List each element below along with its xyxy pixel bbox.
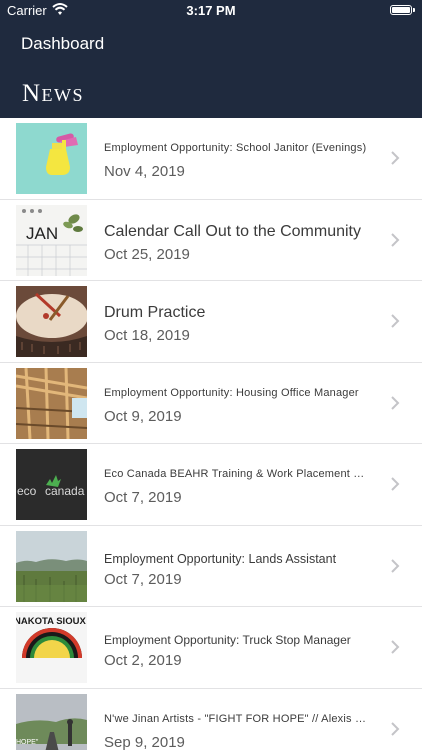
news-title: Employment Opportunity: School Janitor (… — [104, 142, 367, 154]
spray-bottle-image — [16, 123, 87, 194]
news-item[interactable]: NAKOTA SIOUX Employment Opportunity: Tru… — [0, 607, 422, 689]
news-date: Nov 4, 2019 — [104, 163, 185, 180]
news-date: Oct 9, 2019 — [104, 407, 182, 425]
nakota-text: NAKOTA SIOUX — [16, 616, 86, 627]
chevron-right-icon — [391, 558, 400, 573]
news-title: N'we Jinan Artists - "FIGHT FOR HOPE" //… — [104, 712, 369, 725]
news-item[interactable]: Employment Opportunity: Lands Assistant … — [0, 526, 422, 607]
news-title: Employment Opportunity: Lands Assistant — [104, 551, 337, 566]
news-title: Employment Opportunity: Truck Stop Manag… — [104, 633, 351, 647]
chevron-right-icon — [391, 232, 400, 247]
chevron-right-icon — [391, 395, 400, 410]
news-date: Oct 7, 2019 — [104, 570, 182, 588]
canada-text: canada — [45, 484, 85, 498]
chevron-right-icon — [391, 640, 400, 654]
chevron-right-icon — [391, 721, 400, 736]
landscape-image — [16, 530, 87, 602]
news-item[interactable]: Drum Practice Oct 18, 2019 — [0, 281, 422, 363]
news-item[interactable]: eco canada Eco Canada BEAHR Training & W… — [0, 444, 422, 526]
navigation-bar: Dashboard News — [0, 20, 422, 118]
news-date: Oct 18, 2019 — [104, 327, 190, 344]
chevron-right-icon — [391, 314, 400, 328]
chevron-right-icon — [391, 477, 400, 491]
news-item[interactable]: JAN Calendar Call Out to the Community O… — [0, 200, 422, 281]
news-item[interactable]: Employment Opportunity: Housing Office M… — [0, 363, 422, 444]
drum-image — [16, 286, 87, 357]
news-title: Employment Opportunity: Housing Office M… — [104, 386, 359, 399]
status-bar: Carrier 3:17 PM — [0, 0, 422, 20]
battery-icon — [390, 5, 415, 15]
calendar-image: JAN — [16, 204, 87, 276]
chevron-right-icon — [391, 151, 400, 165]
news-list: Employment Opportunity: School Janitor (… — [0, 118, 422, 750]
news-date: Oct 2, 2019 — [104, 652, 182, 669]
page-title: News — [22, 80, 85, 107]
clock: 3:17 PM — [186, 3, 236, 18]
hope-text: HOPE" — [16, 739, 39, 746]
news-date: Sep 9, 2019 — [104, 733, 185, 750]
news-date: Oct 25, 2019 — [104, 245, 190, 263]
calendar-month-text: JAN — [26, 224, 58, 243]
news-title: Drum Practice — [104, 304, 206, 321]
nakota-sioux-logo: NAKOTA SIOUX — [16, 612, 87, 683]
news-title: Calendar Call Out to the Community — [104, 222, 361, 240]
construction-image — [16, 367, 87, 439]
news-title: Eco Canada BEAHR Training & Work Placeme… — [104, 468, 369, 480]
news-date: Oct 7, 2019 — [104, 489, 182, 506]
eco-text: eco — [17, 484, 37, 498]
news-item[interactable]: Employment Opportunity: School Janitor (… — [0, 118, 422, 200]
road-image: HOPE" — [16, 693, 87, 750]
dashboard-title[interactable]: Dashboard — [21, 34, 104, 54]
eco-canada-logo: eco canada — [16, 449, 87, 520]
news-item[interactable]: HOPE" N'we Jinan Artists - "FIGHT FOR HO… — [0, 689, 422, 750]
